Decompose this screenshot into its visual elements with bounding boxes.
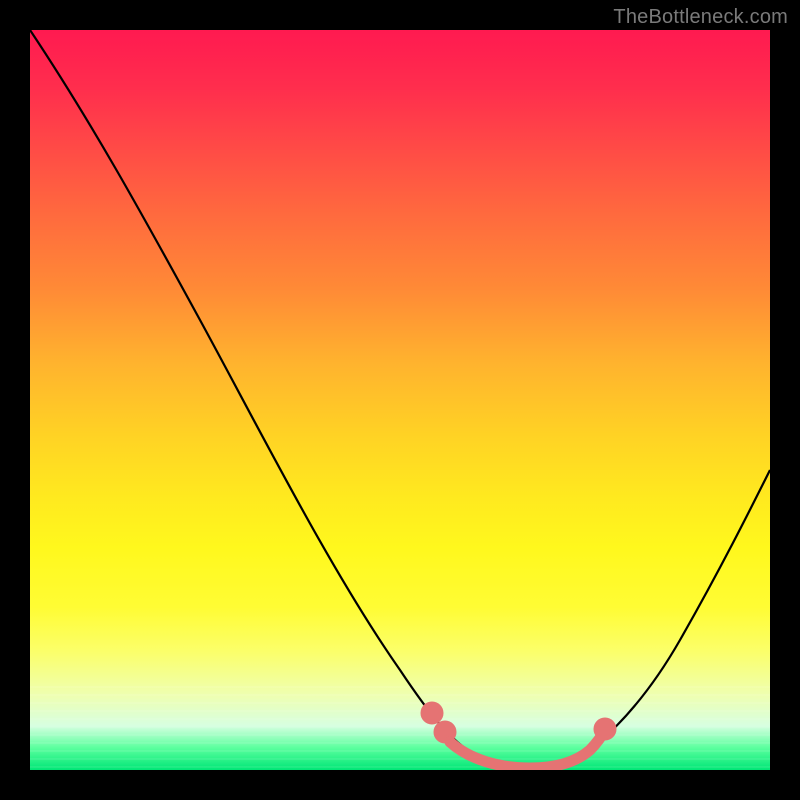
optimal-range-highlight bbox=[426, 707, 611, 768]
bottleneck-curve bbox=[30, 30, 770, 768]
chart-frame: TheBottleneck.com bbox=[0, 0, 800, 800]
watermark-text: TheBottleneck.com bbox=[613, 6, 788, 29]
curve-layer bbox=[30, 30, 770, 770]
plot-area bbox=[30, 30, 770, 770]
